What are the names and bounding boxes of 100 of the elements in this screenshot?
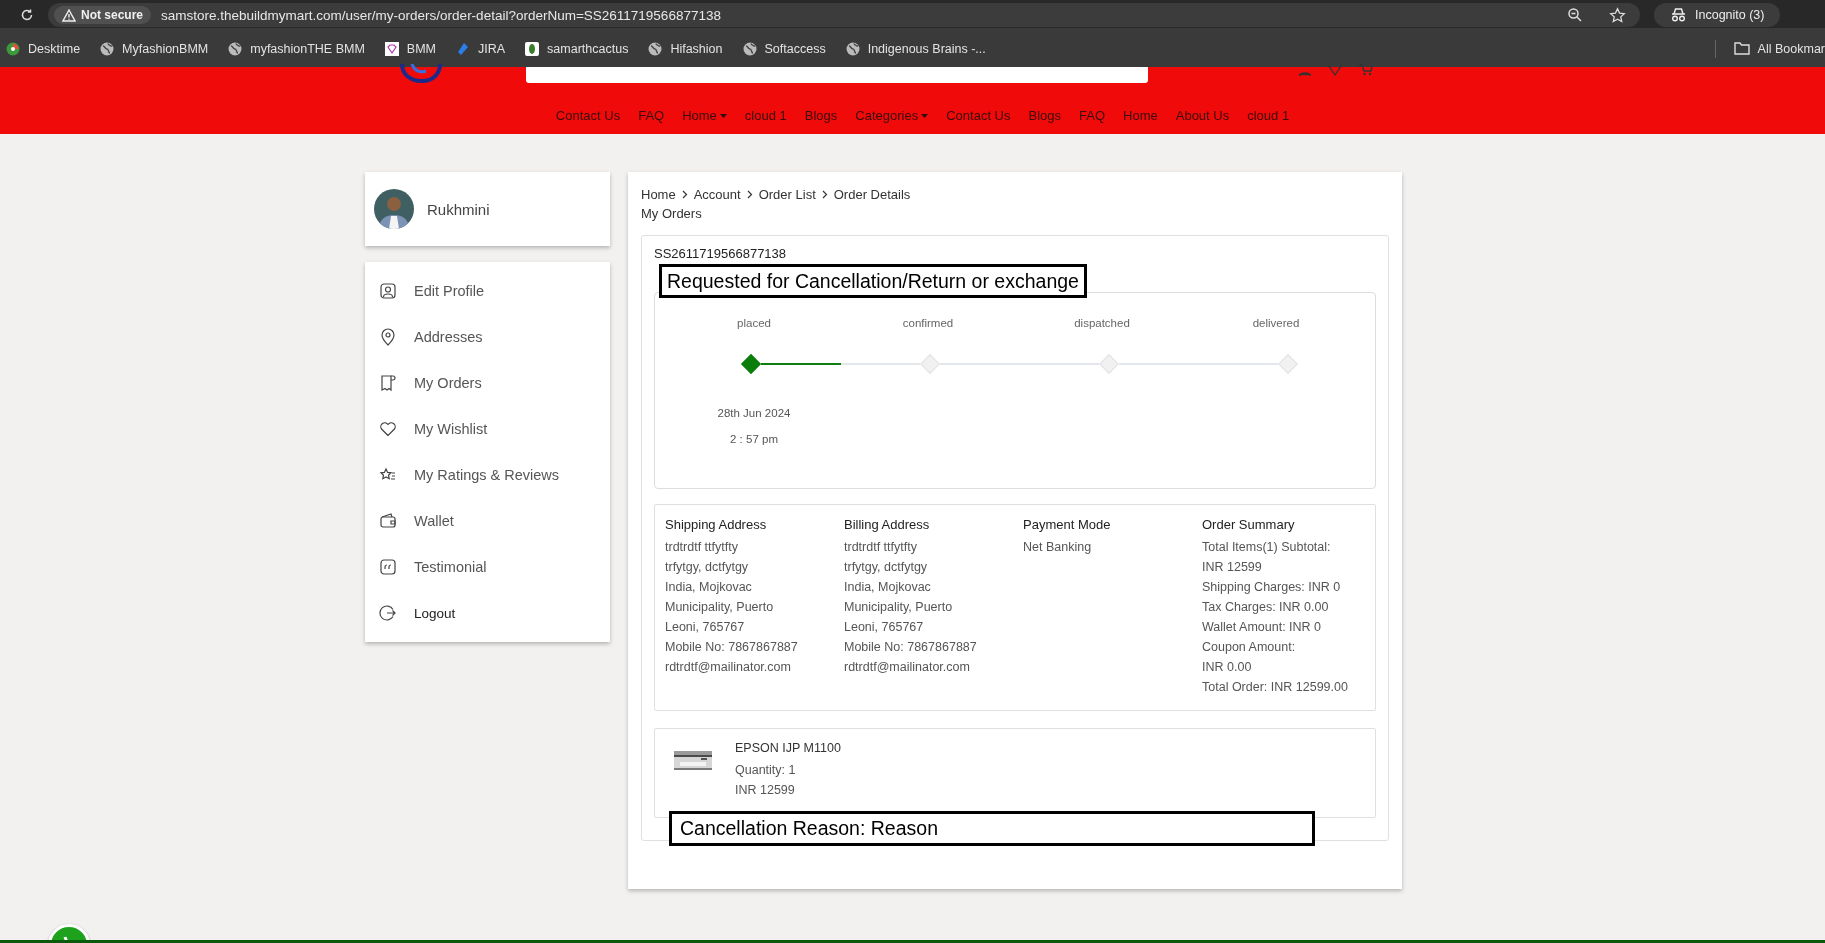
- arrow-logo-icon: [456, 41, 470, 56]
- step-label: delivered: [1251, 317, 1301, 329]
- quote-icon: [379, 558, 397, 576]
- step-label: confirmed: [901, 317, 955, 329]
- globe-icon: [742, 41, 757, 56]
- status-note: Requested for Cancellation/Return or exchange: [659, 264, 1087, 298]
- menu-item[interactable]: Edit Profile: [365, 268, 610, 314]
- info-line: Municipality, Puerto: [665, 599, 775, 616]
- menu-item[interactable]: My Wishlist: [365, 406, 610, 452]
- profile-icon: [379, 282, 397, 300]
- bookmark[interactable]: Softaccess: [742, 41, 826, 56]
- avatar-icon: [374, 189, 414, 229]
- nav-link[interactable]: Contact Us: [555, 108, 621, 123]
- chevron-icon: [746, 190, 753, 199]
- incognito-button[interactable]: Incognito (3): [1654, 3, 1781, 27]
- address-bar[interactable]: Not secure samstore.thebuildmymart.com/user/my-orders/order-detail?orderNum=SS2611719566877138: [48, 3, 1640, 27]
- nav-link[interactable]: Blogs: [1028, 108, 1062, 123]
- receipt-icon: [379, 374, 397, 392]
- cancellation-reason: Cancellation Reason: Reason: [669, 811, 1315, 846]
- star-icon[interactable]: [1609, 6, 1626, 24]
- step-label: placed: [736, 317, 772, 329]
- info-heading: Payment Mode: [1023, 517, 1112, 532]
- menu-item[interactable]: Wallet: [365, 498, 610, 544]
- nav-link[interactable]: Categories: [855, 108, 929, 123]
- info-line: Mobile No: 7867867887: [844, 639, 978, 656]
- bookmark[interactable]: Indigenous Brains -...: [845, 41, 986, 56]
- nav-link[interactable]: FAQ: [638, 108, 665, 123]
- info-line: Coupon Amount:: [1202, 639, 1297, 656]
- breadcrumb-link[interactable]: Order Details: [833, 187, 911, 202]
- info-heading: Order Summary: [1202, 517, 1296, 532]
- page-title: My Orders: [641, 206, 703, 221]
- all-bookmarks-button[interactable]: All Bookmar: [1733, 41, 1825, 56]
- breadcrumb-link[interactable]: Account: [693, 187, 741, 202]
- info-line: rdtrdtf@mailinator.com: [665, 659, 792, 676]
- chevron-icon: [681, 190, 688, 199]
- nav-link[interactable]: Home: [1123, 108, 1158, 123]
- info-line: India, Mojkovac: [844, 579, 932, 596]
- product-name: EPSON IJP M1100: [735, 741, 841, 755]
- pin-icon: [379, 328, 397, 346]
- menu-item[interactable]: Testimonial: [365, 544, 610, 590]
- info-line: trdtrdtf ttfytfty: [844, 539, 918, 556]
- wallet-icon: [379, 512, 397, 530]
- bookmark[interactable]: myfashionTHE BMM: [228, 41, 365, 56]
- order-number: SS2611719566877138: [654, 246, 788, 261]
- info-line: trfytgy, dctfytgy: [844, 559, 929, 576]
- info-line: Net Banking: [1023, 539, 1093, 556]
- nav-link[interactable]: About Us: [1175, 108, 1230, 123]
- nav-link[interactable]: Home: [682, 108, 727, 123]
- info-line: INR 0.00: [1202, 659, 1253, 676]
- globe-icon: [100, 41, 115, 56]
- gem-icon: [384, 41, 399, 56]
- nav-link[interactable]: Blogs: [804, 108, 838, 123]
- menu-item[interactable]: Addresses: [365, 314, 610, 360]
- reload-icon[interactable]: [20, 8, 34, 22]
- info-line: Total Items(1) Subtotal:: [1202, 539, 1332, 556]
- zoom-icon[interactable]: [1567, 7, 1583, 23]
- cactus-icon: [525, 41, 540, 56]
- info-line: trfytgy, dctfytgy: [665, 559, 750, 576]
- folder-icon: [1733, 42, 1750, 55]
- bookmark[interactable]: Hifashion: [648, 41, 723, 56]
- info-line: India, Mojkovac: [665, 579, 753, 596]
- nav-link[interactable]: cloud 1: [1247, 108, 1290, 123]
- url-text: samstore.thebuildmymart.com/user/my-orders/order-detail?orderNum=SS2611719566877138: [161, 7, 721, 23]
- chevron-icon: [821, 190, 828, 199]
- nav-link[interactable]: Contact Us: [946, 108, 1011, 123]
- globe-icon: [228, 41, 243, 56]
- globe-icon: [648, 41, 663, 56]
- nav-link[interactable]: FAQ: [1079, 108, 1106, 123]
- cart-icon[interactable]: [1358, 64, 1374, 76]
- breadcrumb-link[interactable]: Home: [641, 187, 676, 202]
- info-heading: Shipping Address: [665, 517, 768, 532]
- product-price: INR 12599: [735, 782, 796, 799]
- step-date: 28th Jun 2024: [717, 407, 791, 419]
- info-heading: Billing Address: [844, 517, 931, 532]
- security-chip[interactable]: Not secure: [54, 6, 152, 24]
- bookmark[interactable]: BMM: [384, 41, 436, 56]
- breadcrumb-link[interactable]: Order List: [758, 187, 816, 202]
- menu-item[interactable]: My Ratings & Reviews: [365, 452, 610, 498]
- info-line: trdtrdtf ttfytfty: [665, 539, 739, 556]
- info-line: INR 12599: [1202, 559, 1263, 576]
- bookmark[interactable]: samarthcactus: [525, 41, 629, 56]
- user-name: Rukhmini: [427, 200, 490, 218]
- menu-item[interactable]: Logout: [365, 590, 610, 636]
- info-line: Tax Charges: INR 0.00: [1202, 599, 1330, 616]
- search-field[interactable]: [526, 67, 1148, 83]
- bookmark[interactable]: Desktime: [6, 41, 81, 56]
- menu-item[interactable]: My Orders: [365, 360, 610, 406]
- incognito-icon: [1670, 8, 1687, 22]
- clock-icon: [6, 41, 20, 56]
- info-line: Municipality, Puerto: [844, 599, 954, 616]
- step-label: dispatched: [1073, 317, 1131, 329]
- info-line: Wallet Amount: INR 0: [1202, 619, 1323, 636]
- info-line: Shipping Charges: INR 0: [1202, 579, 1342, 596]
- product-quantity: Quantity: 1: [735, 762, 797, 779]
- bookmark[interactable]: JIRA: [456, 41, 506, 56]
- info-line: Leoni, 765767: [665, 619, 746, 636]
- bookmark[interactable]: MyfashionBMM: [100, 41, 209, 56]
- info-line: Leoni, 765767: [844, 619, 925, 636]
- nav-link[interactable]: cloud 1: [744, 108, 787, 123]
- logout-icon: [379, 604, 397, 622]
